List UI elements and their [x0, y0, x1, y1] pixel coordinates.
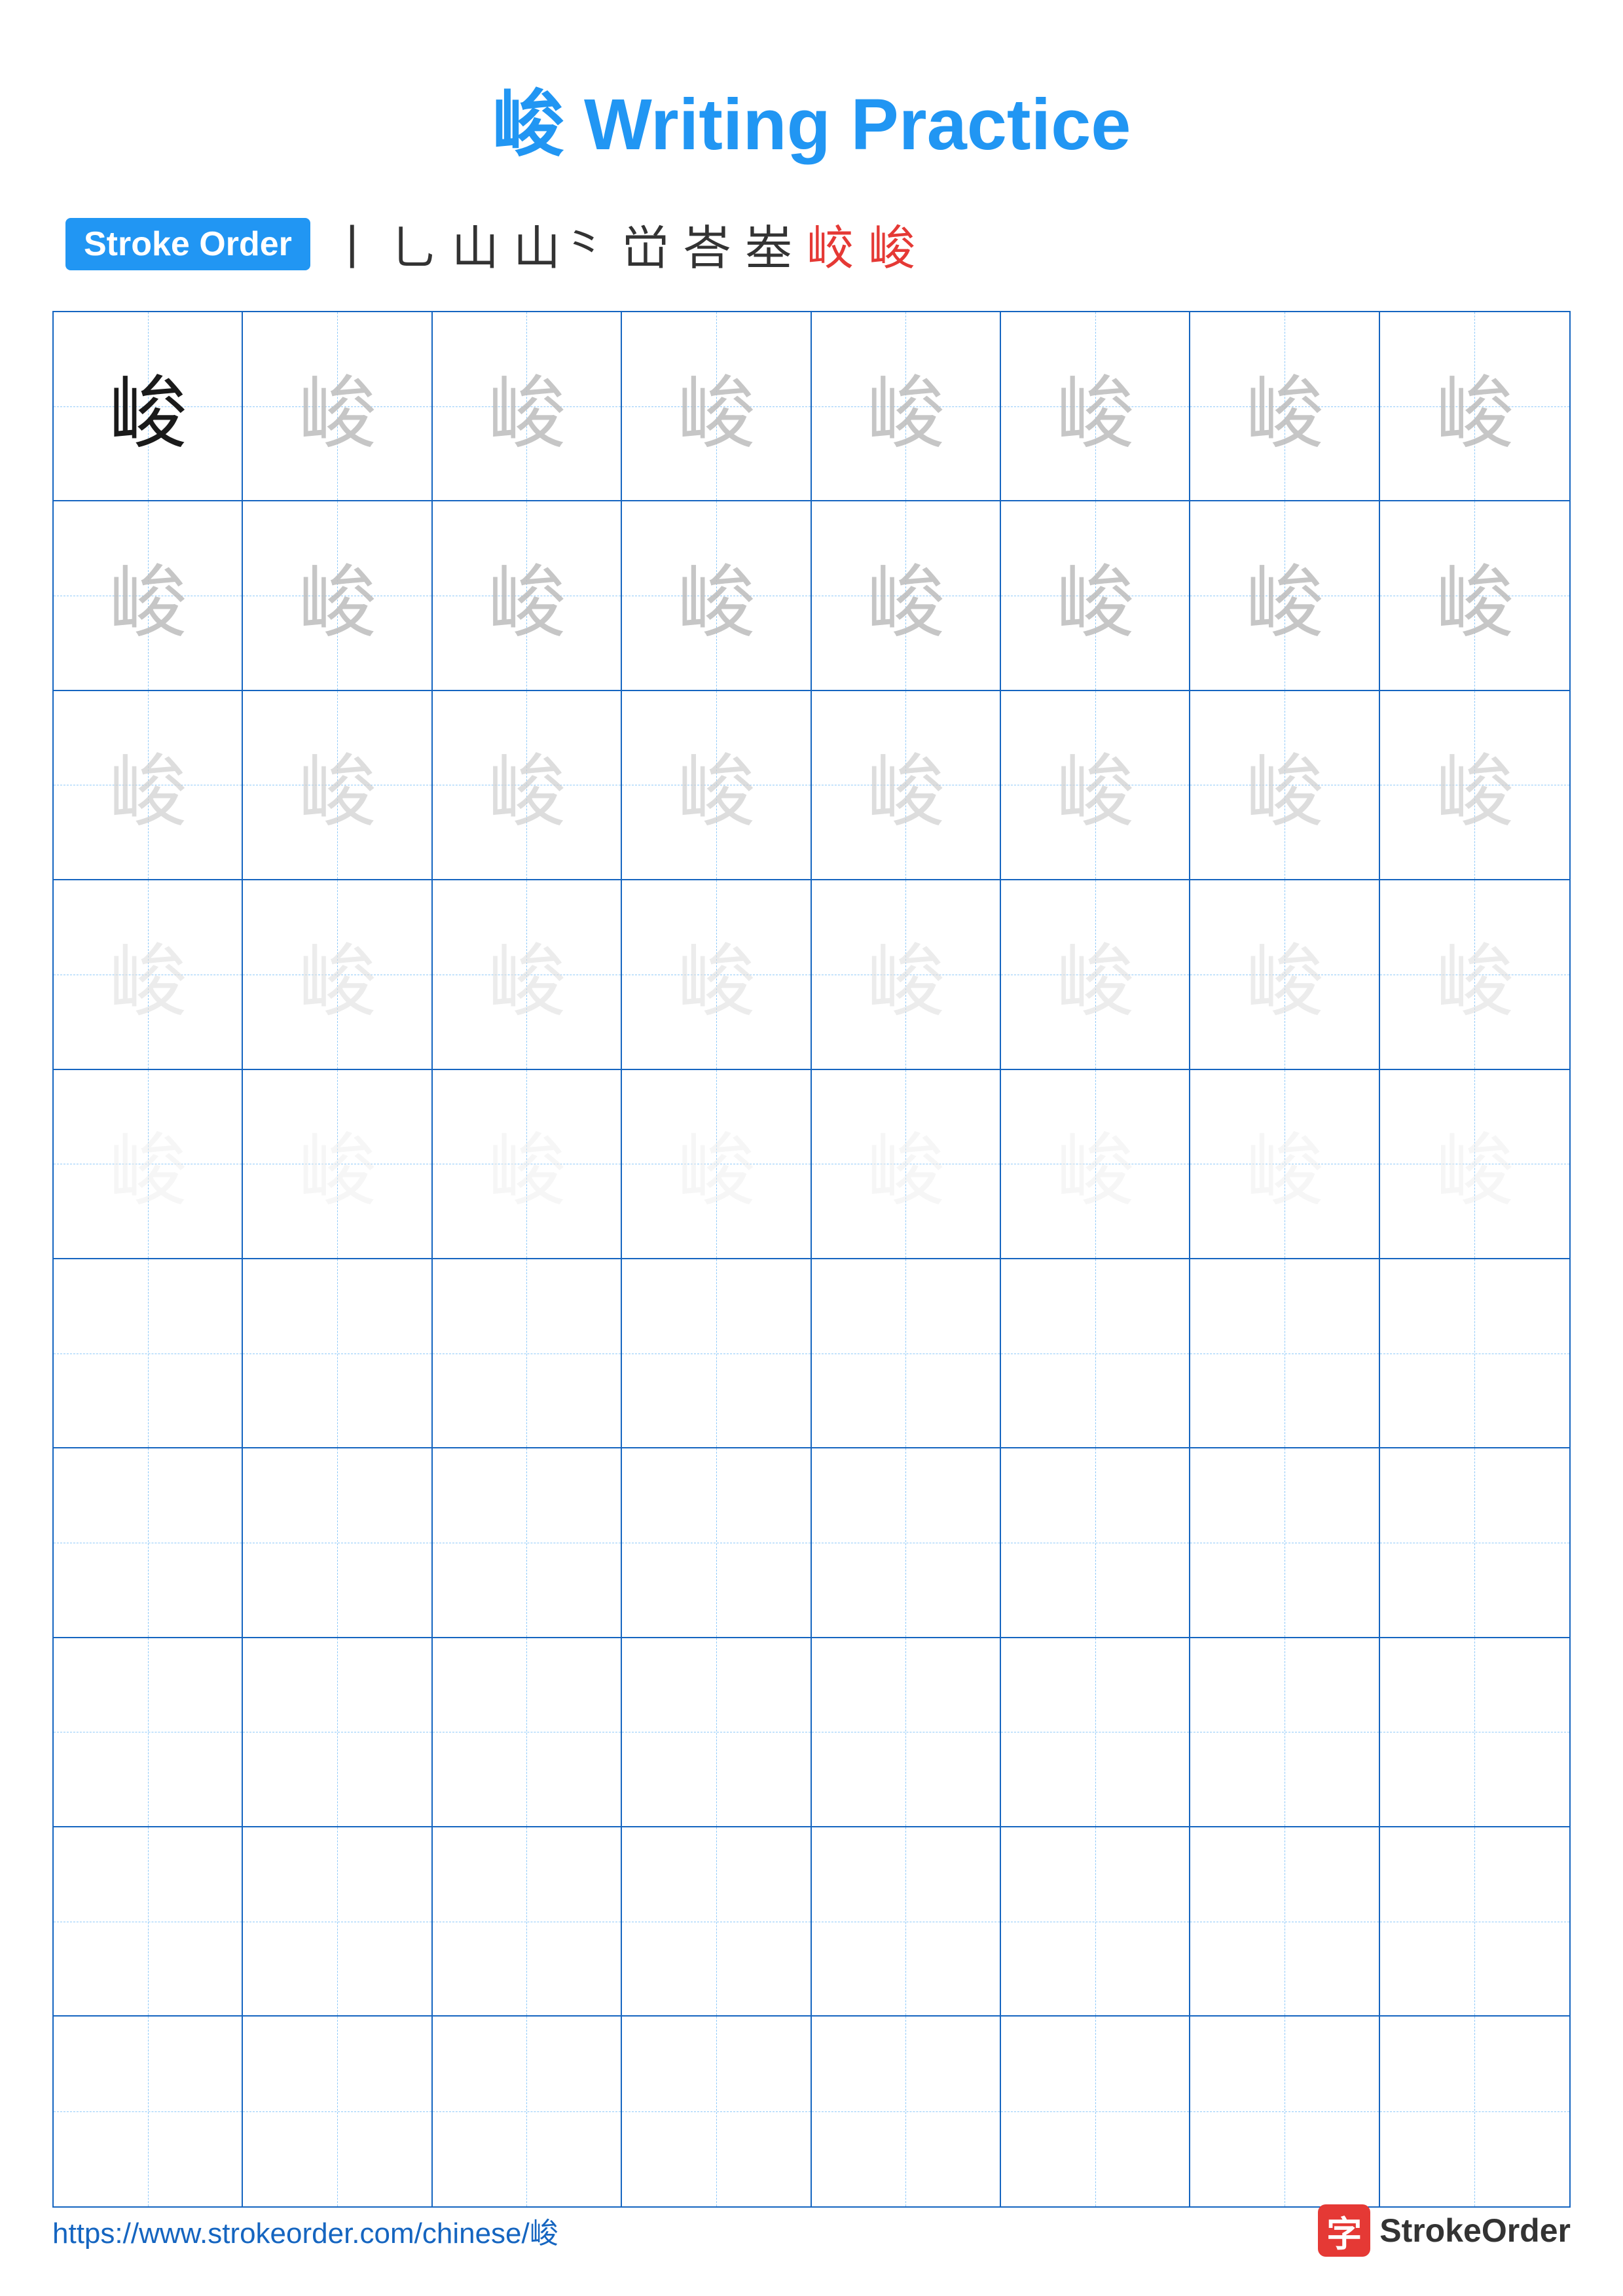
stroke-9: 峻	[868, 209, 915, 278]
grid-cell: 峻	[243, 691, 432, 880]
grid-cell: 峻	[622, 501, 811, 691]
stroke-4: 山⺀	[513, 209, 608, 278]
grid-cell-empty[interactable]	[622, 1827, 811, 2017]
grid-cell-empty[interactable]	[622, 1638, 811, 1827]
grid-cell-empty[interactable]	[243, 1638, 432, 1827]
grid-cell-empty[interactable]	[1190, 2017, 1379, 2206]
stroke-chars: 丨 乚 山 山⺀ 峃 峇 峚 峧 峻	[329, 209, 915, 278]
grid-cell-empty[interactable]	[1001, 1259, 1190, 1448]
grid-cell-empty[interactable]	[1380, 1448, 1569, 1638]
grid-cell-empty[interactable]	[1001, 2017, 1190, 2206]
grid-cell: 峻	[243, 1070, 432, 1259]
stroke-2: 乚	[390, 209, 437, 278]
grid-cell: 峻	[1001, 312, 1190, 501]
grid-cell-empty[interactable]	[433, 1638, 622, 1827]
grid-cell: 峻	[1001, 501, 1190, 691]
grid-cell: 峻	[1380, 501, 1569, 691]
grid-cell-empty[interactable]	[54, 1638, 243, 1827]
grid-cell-empty[interactable]	[433, 1448, 622, 1638]
grid-cell: 峻	[433, 691, 622, 880]
footer: https://www.strokeorder.com/chinese/峻 字 …	[52, 2204, 1571, 2257]
grid-cell-empty[interactable]	[1380, 1827, 1569, 2017]
grid-cell: 峻	[243, 312, 432, 501]
grid-cell-empty[interactable]	[812, 1638, 1001, 1827]
grid-cell: 峻	[1190, 501, 1379, 691]
grid-cell-empty[interactable]	[54, 2017, 243, 2206]
grid-cell-empty[interactable]	[243, 1827, 432, 2017]
strokeorder-icon: 字	[1318, 2204, 1370, 2257]
stroke-order-row: Stroke Order 丨 乚 山 山⺀ 峃 峇 峚 峧 峻	[52, 209, 1571, 278]
grid-cell: 峻	[433, 1070, 622, 1259]
grid-cell-empty[interactable]	[1380, 1638, 1569, 1827]
grid-cell: 峻	[812, 1070, 1001, 1259]
grid-cell-empty[interactable]	[1190, 1827, 1379, 2017]
stroke-5: 峃	[622, 209, 669, 278]
grid-cell-empty[interactable]	[1190, 1638, 1379, 1827]
grid-cell-empty[interactable]	[1190, 1448, 1379, 1638]
grid-cell: 峻	[54, 1070, 243, 1259]
grid-cell: 峻	[433, 880, 622, 1069]
grid-cell-empty[interactable]	[1380, 1259, 1569, 1448]
grid-cell: 峻	[1380, 312, 1569, 501]
grid-cell-empty[interactable]	[1001, 1827, 1190, 2017]
stroke-1: 丨	[329, 209, 376, 278]
grid-cell-empty[interactable]	[1001, 1638, 1190, 1827]
grid-cell: 峻	[243, 501, 432, 691]
grid-cell: 峻	[622, 312, 811, 501]
grid-cell: 峻	[622, 880, 811, 1069]
grid-cell: 峻	[1380, 1070, 1569, 1259]
grid-cell: 峻	[433, 312, 622, 501]
grid-cell: 峻	[1190, 312, 1379, 501]
grid-cell-empty[interactable]	[812, 1827, 1001, 2017]
grid-cell-empty[interactable]	[812, 2017, 1001, 2206]
grid-cell: 峻	[54, 691, 243, 880]
grid-cell: 峻	[812, 880, 1001, 1069]
grid-cell: 峻	[812, 691, 1001, 880]
practice-grid: 峻 峻 峻 峻 峻 峻 峻 峻 峻 峻 峻 峻 峻 峻 峻 峻 峻 峻 峻 峻 …	[52, 311, 1571, 2208]
grid-cell: 峻	[1190, 691, 1379, 880]
grid-cell-empty[interactable]	[54, 1448, 243, 1638]
grid-cell: 峻	[54, 312, 243, 501]
grid-cell: 峻	[622, 1070, 811, 1259]
grid-cell: 峻	[1001, 1070, 1190, 1259]
grid-cell-empty[interactable]	[812, 1259, 1001, 1448]
grid-cell-empty[interactable]	[1190, 1259, 1379, 1448]
grid-cell-empty[interactable]	[433, 1827, 622, 2017]
grid-cell: 峻	[243, 880, 432, 1069]
page-title: 峻 Writing Practice	[52, 39, 1571, 170]
grid-cell: 峻	[1001, 880, 1190, 1069]
grid-cell-empty[interactable]	[1001, 1448, 1190, 1638]
grid-cell-empty[interactable]	[54, 1259, 243, 1448]
stroke-order-badge: Stroke Order	[65, 218, 310, 270]
grid-cell: 峻	[433, 501, 622, 691]
grid-cell-empty[interactable]	[812, 1448, 1001, 1638]
grid-cell-empty[interactable]	[1380, 2017, 1569, 2206]
grid-cell-empty[interactable]	[243, 1259, 432, 1448]
stroke-6: 峇	[684, 209, 731, 278]
grid-cell: 峻	[1380, 880, 1569, 1069]
grid-cell: 峻	[54, 880, 243, 1069]
footer-logo-text: StrokeOrder	[1379, 2212, 1571, 2250]
stroke-8: 峧	[807, 209, 854, 278]
grid-cell: 峻	[1190, 880, 1379, 1069]
grid-cell: 峻	[812, 312, 1001, 501]
stroke-3: 山	[452, 209, 499, 278]
grid-cell-empty[interactable]	[243, 1448, 432, 1638]
grid-cell: 峻	[1190, 1070, 1379, 1259]
grid-cell: 峻	[1001, 691, 1190, 880]
footer-url: https://www.strokeorder.com/chinese/峻	[52, 2210, 558, 2251]
grid-cell-empty[interactable]	[433, 1259, 622, 1448]
grid-cell-empty[interactable]	[243, 2017, 432, 2206]
grid-cell-empty[interactable]	[622, 1259, 811, 1448]
stroke-7: 峚	[745, 209, 792, 278]
grid-cell: 峻	[54, 501, 243, 691]
grid-cell-empty[interactable]	[54, 1827, 243, 2017]
grid-cell: 峻	[812, 501, 1001, 691]
grid-cell: 峻	[1380, 691, 1569, 880]
grid-cell-empty[interactable]	[622, 2017, 811, 2206]
grid-cell-empty[interactable]	[622, 1448, 811, 1638]
grid-cell-empty[interactable]	[433, 2017, 622, 2206]
footer-logo: 字 StrokeOrder	[1318, 2204, 1571, 2257]
grid-cell: 峻	[622, 691, 811, 880]
